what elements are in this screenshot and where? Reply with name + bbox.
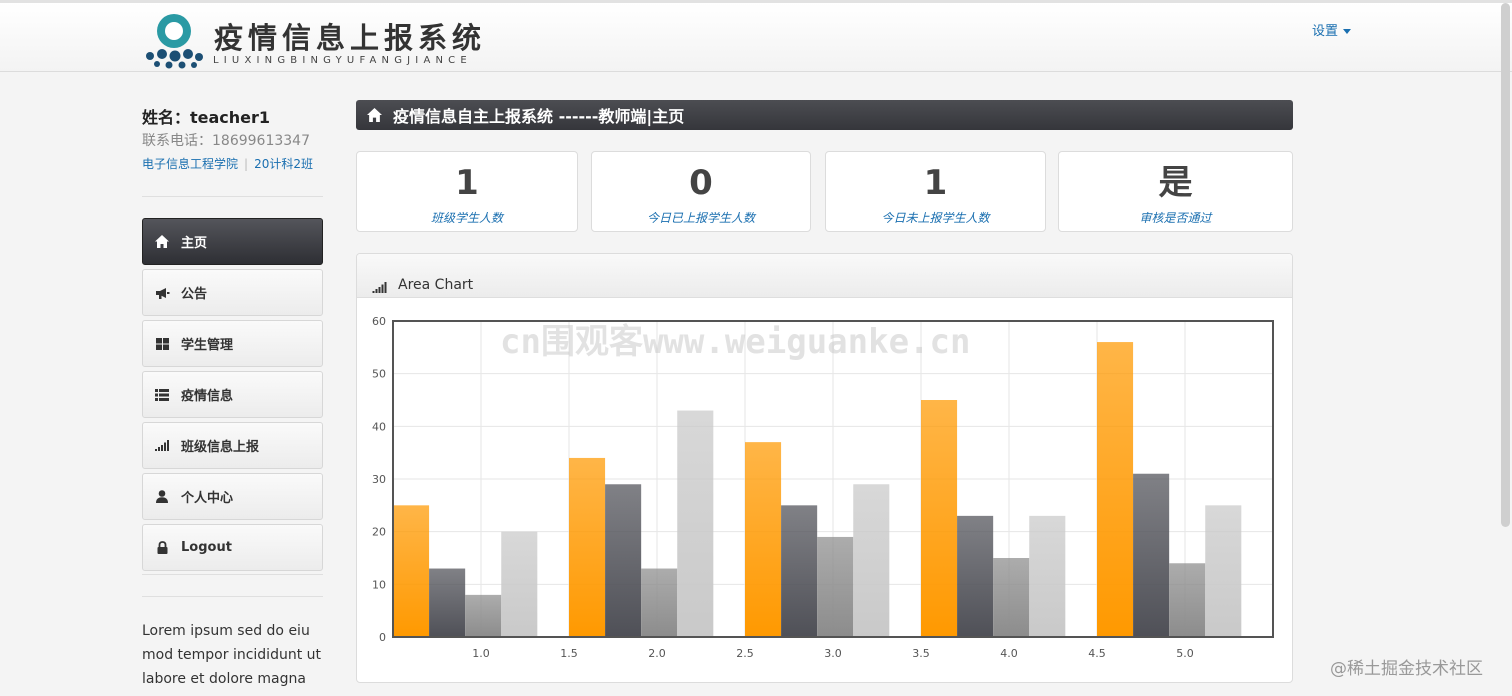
user-phone: 联系电话：18699613347 bbox=[142, 133, 310, 149]
y-tick-label: 40 bbox=[372, 420, 386, 433]
bar bbox=[921, 400, 958, 637]
bar bbox=[605, 484, 642, 637]
user-department: 电子信息工程学院 | 20计科2班 bbox=[142, 155, 313, 172]
x-tick-label: 3.5 bbox=[912, 647, 930, 660]
home-icon bbox=[154, 234, 170, 250]
sidebar-item-label: 公告 bbox=[181, 287, 208, 302]
stat-label[interactable]: 今日未上报学生人数 bbox=[826, 209, 1045, 226]
bar bbox=[569, 457, 606, 637]
page-title-bar: 疫情信息自主上报系统 ------教师端|主页 bbox=[356, 100, 1293, 130]
footer-watermark: @稀土掘金技术社区 bbox=[1330, 659, 1483, 679]
sidebar-text: Lorem ipsum sed do eiu mod tempor incidi… bbox=[142, 623, 321, 687]
sidebar-nav: 主页 公告 学生管理 疫情信息 班级信息上报 个人中心 Logout bbox=[142, 218, 323, 575]
sidebar-item-profile[interactable]: 个人中心 bbox=[142, 473, 323, 520]
stat-value: 1 bbox=[455, 163, 479, 203]
sidebar-item-label: 疫情信息 bbox=[181, 389, 234, 404]
divider bbox=[142, 196, 323, 197]
chart-title: Area Chart bbox=[398, 277, 474, 293]
bar bbox=[641, 568, 678, 637]
y-tick-label: 0 bbox=[379, 631, 386, 644]
megaphone-icon bbox=[154, 285, 170, 301]
x-tick-label: 1.0 bbox=[472, 647, 490, 660]
sidebar-item-logout[interactable]: Logout bbox=[142, 524, 323, 571]
divider bbox=[142, 574, 323, 575]
divider: | bbox=[244, 157, 249, 171]
sidebar-item-label: 主页 bbox=[181, 236, 208, 251]
sidebar-item-home[interactable]: 主页 bbox=[142, 218, 323, 265]
sidebar-item-epidemic[interactable]: 疫情信息 bbox=[142, 371, 323, 418]
sidebar-item-class-report[interactable]: 班级信息上报 bbox=[142, 422, 323, 469]
bar bbox=[429, 568, 466, 637]
stat-card-approved: 是 审核是否通过 bbox=[1058, 151, 1293, 232]
stat-label[interactable]: 班级学生人数 bbox=[357, 209, 577, 226]
bar bbox=[501, 531, 538, 637]
bar bbox=[1169, 563, 1206, 637]
stat-value: 1 bbox=[923, 163, 948, 203]
settings-label: 设置 bbox=[1312, 24, 1339, 39]
y-tick-label: 30 bbox=[372, 473, 386, 486]
y-tick-label: 20 bbox=[372, 526, 386, 539]
y-tick-label: 50 bbox=[372, 368, 386, 381]
stat-card-class-students: 1 班级学生人数 bbox=[356, 151, 578, 232]
lock-icon bbox=[154, 540, 170, 556]
divider bbox=[142, 596, 323, 597]
logo-icon bbox=[146, 14, 203, 69]
top-bar: 疫情信息上报系统 LIUXINGBINGYUFANGJIANCE 设置 bbox=[0, 0, 1512, 72]
bar-chart: 0 10 20 30 40 50 60 1.0 1.5 2.0 2.5 3.0 3.5 4.0 4.5 5.0 bbox=[372, 315, 1274, 660]
user-name: 姓名：teacher1 bbox=[142, 108, 271, 127]
settings-menu[interactable]: 设置 bbox=[1312, 20, 1352, 39]
y-tick-label: 10 bbox=[372, 578, 386, 591]
signal-icon bbox=[154, 438, 170, 454]
x-tick-label: 4.0 bbox=[1000, 647, 1018, 660]
bar bbox=[853, 484, 890, 637]
signal-icon bbox=[372, 282, 387, 293]
chart-panel: Area Chart 0 10 20 30 40 50 60 1.0 1.5 2.0 2.5 3.0 3… bbox=[356, 253, 1293, 683]
user-college[interactable]: 电子信息工程学院 bbox=[142, 157, 238, 171]
stat-value: 是 bbox=[1158, 163, 1193, 203]
user-icon bbox=[154, 489, 170, 505]
x-tick-label: 5.0 bbox=[1176, 647, 1194, 660]
x-tick-label: 2.5 bbox=[736, 647, 754, 660]
sidebar-item-label: 个人中心 bbox=[181, 491, 234, 506]
bar bbox=[993, 558, 1030, 637]
bar bbox=[465, 594, 502, 637]
bar bbox=[393, 505, 430, 637]
sidebar-item-label: 班级信息上报 bbox=[181, 440, 260, 455]
x-tick-label: 1.5 bbox=[560, 647, 578, 660]
bar bbox=[957, 515, 994, 637]
bar bbox=[1097, 342, 1134, 637]
chevron-down-icon bbox=[1343, 29, 1352, 34]
x-tick-label: 4.5 bbox=[1088, 647, 1106, 660]
stat-card-reported-today: 0 今日已上报学生人数 bbox=[591, 151, 811, 232]
logo-subtitle: LIUXINGBINGYUFANGJIANCE bbox=[213, 55, 472, 66]
bar bbox=[1205, 505, 1242, 637]
home-icon bbox=[367, 108, 382, 122]
stat-card-unreported-today: 1 今日未上报学生人数 bbox=[825, 151, 1046, 232]
bar bbox=[1133, 473, 1170, 637]
bar bbox=[1029, 515, 1066, 637]
bar bbox=[817, 536, 854, 637]
user-class[interactable]: 20计科2班 bbox=[254, 157, 313, 171]
bar bbox=[677, 410, 714, 637]
logo-title: 疫情信息上报系统 bbox=[214, 21, 487, 55]
sidebar-item-label: Logout bbox=[181, 540, 232, 555]
stat-value: 0 bbox=[689, 163, 713, 203]
sidebar-item-notice[interactable]: 公告 bbox=[142, 269, 323, 316]
chart-panel-header: Area Chart bbox=[357, 254, 1292, 298]
x-tick-label: 2.0 bbox=[648, 647, 666, 660]
sidebar-item-label: 学生管理 bbox=[181, 338, 234, 353]
list-icon bbox=[154, 387, 170, 403]
sidebar-item-students[interactable]: 学生管理 bbox=[142, 320, 323, 367]
x-tick-label: 3.0 bbox=[824, 647, 842, 660]
page-title: 疫情信息自主上报系统 ------教师端|主页 bbox=[393, 107, 685, 126]
stat-label[interactable]: 审核是否通过 bbox=[1059, 209, 1292, 226]
stat-label[interactable]: 今日已上报学生人数 bbox=[592, 209, 810, 226]
bar bbox=[745, 442, 782, 637]
y-tick-label: 60 bbox=[372, 315, 386, 328]
grid-icon bbox=[154, 336, 170, 352]
page-scrollbar[interactable] bbox=[1501, 3, 1510, 527]
bar bbox=[781, 505, 818, 637]
